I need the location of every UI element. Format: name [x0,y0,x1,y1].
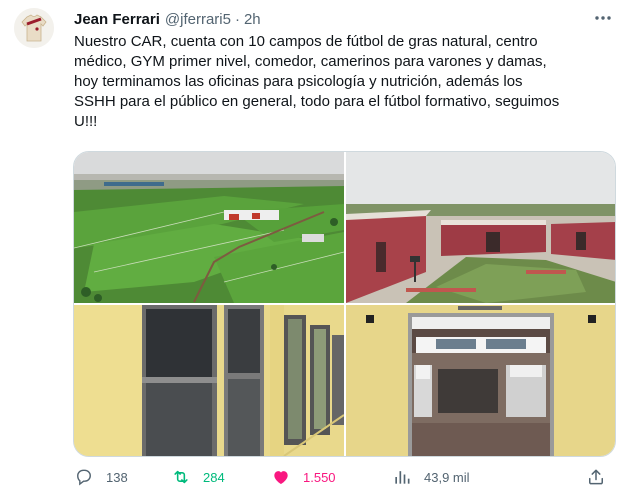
media-photo-1[interactable] [74,152,344,303]
media-photo-3[interactable] [74,305,344,456]
glass-door-hallway-photo-icon [74,305,344,456]
more-horizontal-icon [595,16,611,20]
share-button[interactable] [586,462,606,492]
restroom-interior-photo-icon [346,305,615,456]
tweet-text-line: Nuestro CAR, cuenta con 10 campos de fút… [74,33,538,50]
separator-dot: · [234,10,240,28]
more-options-button[interactable] [590,6,616,30]
share-icon [589,469,603,485]
view-count: 43,9 mil [424,469,470,485]
author-name[interactable]: Jean Ferrari [74,11,160,28]
reply-count: 138 [106,469,128,485]
tweet: Jean Ferrari @jferrari5 · 2h Nuestro CAR… [0,0,640,497]
retweet-icon [174,470,188,484]
jersey-icon [14,8,54,48]
media-photo-2[interactable] [346,152,615,303]
media-grid [73,151,616,457]
views-button[interactable]: 43,9 mil [392,462,470,492]
red-buildings-courtyard-photo-icon [346,152,615,303]
tweet-header: Jean Ferrari @jferrari5 · 2h [74,9,261,29]
heart-icon [274,471,288,485]
reply-button[interactable]: 138 [74,462,128,492]
timestamp[interactable]: 2h [244,11,261,28]
tweet-text-line: hoy terminamos las oficinas para psicolo… [74,73,523,90]
aerial-football-fields-photo-icon [74,152,344,303]
tweet-text-line: médico, GYM primer nivel, comedor, camer… [74,53,547,70]
tweet-text: Nuestro CAR, cuenta con 10 campos de fút… [74,32,624,132]
like-button[interactable]: 1.550 [271,462,336,492]
like-count: 1.550 [303,469,336,485]
retweet-count: 284 [203,469,225,485]
retweet-button[interactable]: 284 [171,462,225,492]
reply-icon [77,469,91,486]
bar-chart-icon [395,471,410,484]
avatar[interactable] [14,8,54,48]
author-handle[interactable]: @jferrari5 [165,11,231,28]
tweet-text-line: U!!! [74,113,98,130]
tweet-actions: 138 284 1.550 43,9 mil [74,462,620,492]
tweet-text-line: SSHH para el público en general, todo pa… [74,93,560,110]
media-photo-4[interactable] [346,305,615,456]
